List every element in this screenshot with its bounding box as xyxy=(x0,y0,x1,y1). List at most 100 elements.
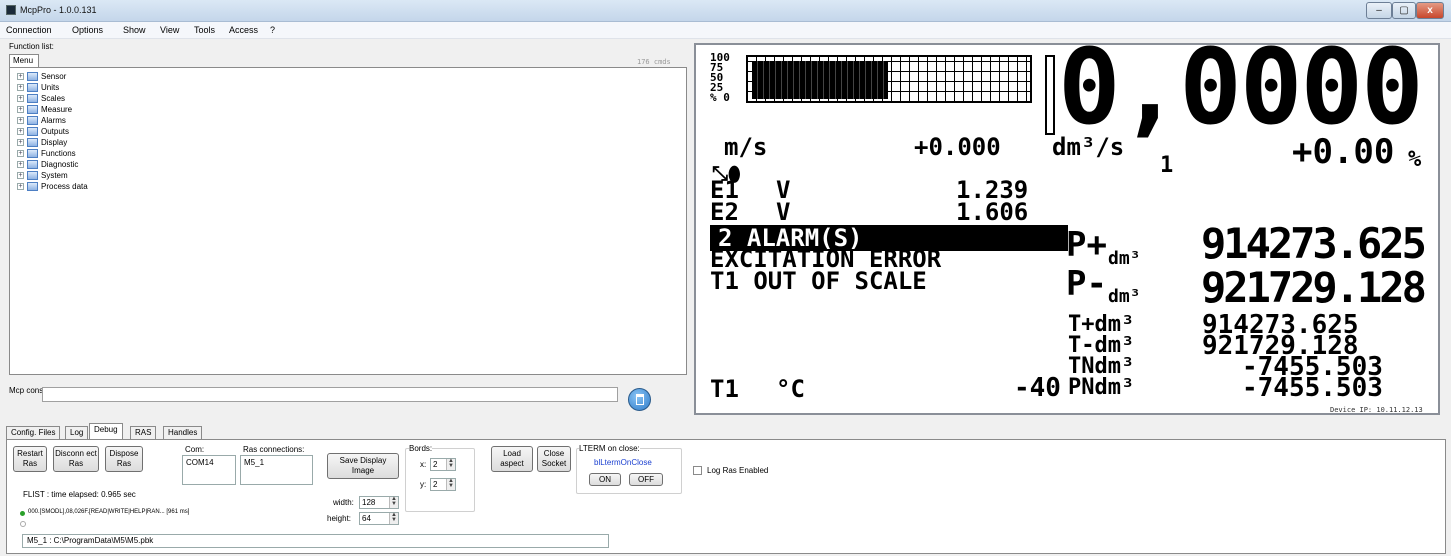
expand-icon[interactable]: + xyxy=(17,172,24,179)
cmd-count: 176 cmds xyxy=(637,58,671,66)
folder-icon xyxy=(27,149,38,158)
p-plus-label: P+ xyxy=(1066,225,1107,265)
function-tree[interactable]: + Sensor + Units + Scales + Measure + Alarms … xyxy=(9,67,687,375)
flow-index: 1 xyxy=(1160,153,1174,178)
lcd-screen: 100 75 50 25 % 0 0,0000 m/s +0.000 dm³/s… xyxy=(696,45,1438,413)
folder-icon xyxy=(27,138,38,147)
stepper-arrows-icon[interactable]: ▲ ▼ xyxy=(446,478,455,490)
lterm-label: LTERM on close: xyxy=(579,444,640,453)
folder-icon xyxy=(27,83,38,92)
folder-icon xyxy=(27,72,38,81)
folder-icon xyxy=(27,160,38,169)
connection-path: M5_1 : C:\ProgramData\M5\M5.pbk xyxy=(22,534,609,548)
clear-console-button[interactable] xyxy=(628,388,651,411)
expand-icon[interactable]: + xyxy=(17,150,24,157)
console-input[interactable] xyxy=(42,387,618,402)
tab-handles[interactable]: Handles xyxy=(163,426,203,440)
tab-ras[interactable]: RAS xyxy=(130,426,157,440)
pn-value: -7455.503 xyxy=(1242,373,1383,403)
expand-icon[interactable]: + xyxy=(17,139,24,146)
t1-value: -40 xyxy=(1014,373,1061,403)
ras-connections-list[interactable]: M5_1 xyxy=(240,455,313,485)
function-list-label: Function list: xyxy=(9,42,54,51)
restart-ras-button[interactable]: Restart Ras xyxy=(13,446,47,472)
expand-icon[interactable]: + xyxy=(17,84,24,91)
expand-icon[interactable]: + xyxy=(17,161,24,168)
folder-icon xyxy=(27,127,38,136)
t1-unit: °C xyxy=(776,375,805,403)
p-minus-label: P- xyxy=(1066,264,1107,304)
close-button[interactable]: x xyxy=(1416,2,1444,19)
width-stepper[interactable]: 128 ▲ ▼ xyxy=(359,496,399,509)
menu-options[interactable]: Options xyxy=(72,25,103,35)
function-list-panel: Function list: Menu 176 cmds + Sensor + Un… xyxy=(9,42,689,417)
menu-tools[interactable]: Tools xyxy=(194,25,215,35)
flow-unit: dm³/s xyxy=(1052,133,1125,161)
com-list[interactable]: COM14 xyxy=(182,455,236,485)
ras-connections-label: Ras connections: xyxy=(243,445,305,454)
load-aspect-button[interactable]: Load aspect xyxy=(491,446,533,472)
folder-icon xyxy=(27,171,38,180)
folder-icon xyxy=(27,116,38,125)
bar-tick-labels: 100 75 50 25 % 0 xyxy=(710,52,730,103)
x-stepper[interactable]: 2 ▲ ▼ xyxy=(430,458,456,471)
title-bar: McpPro - 1.0.0.131 – ▢ x xyxy=(0,0,1451,22)
device-display: 100 75 50 25 % 0 0,0000 m/s +0.000 dm³/s… xyxy=(694,43,1440,415)
window-title: McpPro - 1.0.0.131 xyxy=(20,5,97,15)
close-socket-button[interactable]: Close Socket xyxy=(537,446,571,472)
expand-icon[interactable]: + xyxy=(17,117,24,124)
menu-show[interactable]: Show xyxy=(123,25,146,35)
dispose-ras-button[interactable]: Dispose Ras xyxy=(105,446,143,472)
log-ras-checkbox[interactable] xyxy=(693,466,702,475)
debug-tab-content: Restart Ras Disconn ect Ras Dispose Ras … xyxy=(6,439,1446,554)
tab-menu[interactable]: Menu xyxy=(9,54,39,67)
stepper-arrows-icon[interactable]: ▲ ▼ xyxy=(389,496,398,508)
folder-icon xyxy=(27,182,38,191)
menu-view[interactable]: View xyxy=(160,25,179,35)
trash-icon xyxy=(636,394,644,405)
tab-log[interactable]: Log xyxy=(65,426,89,440)
y-label: y: xyxy=(420,480,427,489)
e2-name: E2 xyxy=(710,198,739,226)
lterm-on-button[interactable]: ON xyxy=(589,473,621,486)
height-stepper[interactable]: 64 ▲ ▼ xyxy=(359,512,399,525)
p-minus-unit: dm³ xyxy=(1108,286,1141,307)
device-ip: Device IP: 10.11.12.13 xyxy=(1330,406,1423,414)
level-bracket-icon xyxy=(1045,55,1055,135)
flist-status: FLIST : time elapsed: 0.965 sec xyxy=(23,490,136,499)
lterm-value: blLtermOnClose xyxy=(594,458,652,467)
pn-label: PNdm³ xyxy=(1068,375,1135,400)
expand-icon[interactable]: + xyxy=(17,128,24,135)
flow-value: +0.000 xyxy=(914,133,1001,161)
percent-value: +0.00 xyxy=(1292,132,1395,172)
stepper-arrows-icon[interactable]: ▲ ▼ xyxy=(446,458,455,470)
status-dot-icon xyxy=(20,511,25,516)
expand-icon[interactable]: + xyxy=(17,73,24,80)
save-display-image-button[interactable]: Save Display Image xyxy=(327,453,399,479)
app-icon xyxy=(6,5,16,15)
expand-icon[interactable]: + xyxy=(17,106,24,113)
bords-label: Bords: xyxy=(409,444,433,453)
menu-help[interactable]: ? xyxy=(270,25,275,35)
expand-icon[interactable]: + xyxy=(17,183,24,190)
lterm-group xyxy=(576,448,682,494)
status-dot-empty-icon xyxy=(20,521,26,527)
disconnect-ras-button[interactable]: Disconn ect Ras xyxy=(53,446,99,472)
expand-icon[interactable]: + xyxy=(17,95,24,102)
minimize-button[interactable]: – xyxy=(1366,2,1392,19)
bottom-panel: Config. Files Log Debug RAS Handles Rest… xyxy=(0,418,1451,556)
com-label: Com: xyxy=(185,445,205,454)
height-label: height: xyxy=(327,514,352,523)
y-stepper[interactable]: 2 ▲ ▼ xyxy=(430,478,456,491)
tab-debug[interactable]: Debug xyxy=(89,423,123,440)
e2-value: 1.606 xyxy=(956,198,1029,226)
maximize-button[interactable]: ▢ xyxy=(1392,2,1416,19)
stepper-arrows-icon[interactable]: ▲ ▼ xyxy=(389,512,398,524)
menu-access[interactable]: Access xyxy=(229,25,258,35)
lterm-off-button[interactable]: OFF xyxy=(629,473,663,486)
menu-connection[interactable]: Connection xyxy=(6,25,52,35)
tab-config-files[interactable]: Config. Files xyxy=(6,426,61,440)
t1-label: T1 xyxy=(710,375,739,403)
width-label: width: xyxy=(333,498,354,507)
p-plus-unit: dm³ xyxy=(1108,248,1141,269)
